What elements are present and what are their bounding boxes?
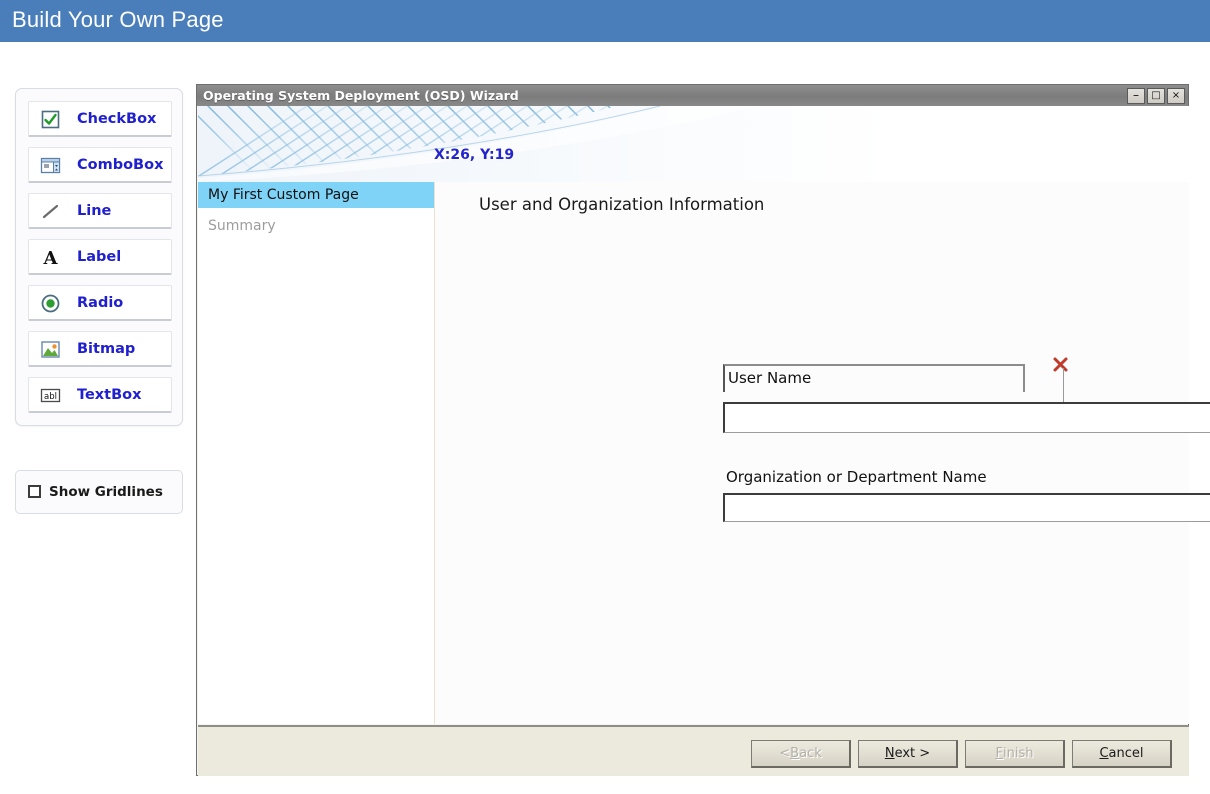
osd-wizard-window: Operating System Deployment (OSD) Wizard…	[196, 84, 1210, 776]
tool-item-label: ComboBox	[77, 157, 164, 173]
maximize-button[interactable]: □	[1147, 88, 1165, 104]
user-name-label: User Name	[728, 369, 812, 387]
banner-mesh-graphic	[198, 106, 1189, 182]
page-header: Build Your Own Page	[0, 0, 1210, 42]
svg-text:A: A	[43, 248, 59, 268]
tool-item-label: Radio	[77, 295, 124, 311]
tool-item-radio[interactable]: Radio	[28, 285, 172, 321]
tool-item-label: Line	[77, 203, 112, 219]
wizard-title: Operating System Deployment (OSD) Wizard	[203, 88, 519, 103]
coordinate-readout: X:26, Y:19	[434, 147, 515, 163]
page-title: Build Your Own Page	[12, 7, 224, 32]
minimize-icon: –	[1133, 88, 1139, 102]
maximize-icon: □	[1151, 90, 1161, 101]
label-icon: A	[40, 247, 61, 269]
nav-item-label: Summary	[208, 218, 276, 234]
wizard-titlebar[interactable]: Operating System Deployment (OSD) Wizard…	[197, 85, 1188, 106]
back-button[interactable]: < Back	[751, 740, 851, 768]
org-name-combobox[interactable]	[723, 493, 1210, 522]
tool-item-textbox[interactable]: abl TextBox	[28, 377, 172, 413]
delete-handle-icon[interactable]	[1052, 356, 1069, 373]
next-button[interactable]: Next >	[858, 740, 958, 768]
close-button[interactable]: ×	[1167, 88, 1185, 104]
user-name-textbox[interactable]	[723, 402, 1210, 433]
show-gridlines-label: Show Gridlines	[49, 484, 163, 500]
line-icon	[40, 201, 61, 222]
next-button-label: Next >	[884, 746, 931, 761]
wizard-content-pane: User and Organization Information User N…	[435, 182, 1210, 724]
toolbox-panel: CheckBox ComboBox Line A Label Radio Bit…	[15, 88, 183, 426]
selection-guide-line	[1063, 368, 1064, 404]
tool-item-combobox[interactable]: ComboBox	[28, 147, 172, 183]
content-heading: User and Organization Information	[479, 195, 765, 214]
window-controls: – □ ×	[1127, 88, 1185, 104]
tool-item-label: CheckBox	[77, 111, 157, 127]
nav-item-label: My First Custom Page	[208, 187, 359, 203]
user-name-label-control[interactable]: User Name	[723, 364, 1025, 392]
tool-item-checkbox[interactable]: CheckBox	[28, 101, 172, 137]
textbox-icon: abl	[40, 385, 61, 406]
cancel-button-label: Cancel	[1099, 746, 1144, 761]
radio-icon	[40, 293, 61, 314]
wizard-nav-pane: My First Custom Page Summary	[198, 182, 435, 724]
back-button-label: < Back	[779, 746, 822, 761]
cancel-button[interactable]: Cancel	[1072, 740, 1172, 768]
tool-item-label[interactable]: A Label	[28, 239, 172, 275]
tool-item-label: Label	[77, 249, 122, 265]
show-gridlines-checkbox[interactable]	[28, 485, 41, 498]
org-name-label: Organization or Department Name	[726, 468, 987, 486]
nav-item-my-first-custom-page[interactable]: My First Custom Page	[198, 182, 434, 208]
finish-button-label: Finish	[995, 746, 1034, 761]
tool-item-bitmap[interactable]: Bitmap	[28, 331, 172, 367]
minimize-button[interactable]: –	[1127, 88, 1145, 104]
combobox-icon	[40, 155, 61, 176]
show-gridlines-container[interactable]: Show Gridlines	[15, 470, 183, 514]
finish-button[interactable]: Finish	[965, 740, 1065, 768]
tool-item-line[interactable]: Line	[28, 193, 172, 229]
tool-item-label: Bitmap	[77, 341, 136, 357]
wizard-body: My First Custom Page Summary User and Or…	[198, 182, 1210, 724]
close-icon: ×	[1171, 90, 1181, 101]
org-name-label-control[interactable]: Organization or Department Name	[723, 465, 1043, 489]
checkbox-icon	[40, 109, 61, 130]
wizard-footer: < Back Next > Finish Cancel	[198, 725, 1189, 776]
nav-item-summary[interactable]: Summary	[198, 213, 434, 239]
bitmap-icon	[40, 339, 61, 360]
svg-text:abl: abl	[44, 392, 57, 402]
wizard-banner: X:26, Y:19	[198, 106, 1189, 182]
tool-item-label: TextBox	[77, 387, 142, 403]
